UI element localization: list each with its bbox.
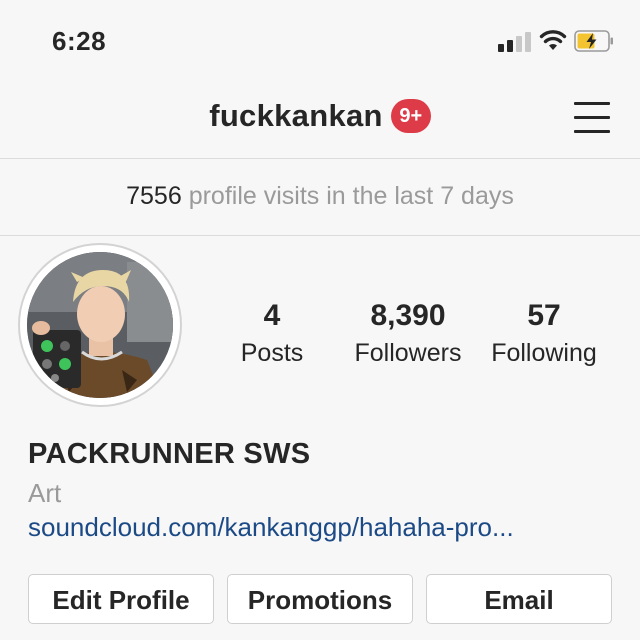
profile-visits-count: 7556 <box>126 182 182 210</box>
posts-label: Posts <box>240 339 304 367</box>
wifi-icon <box>538 26 568 52</box>
edit-profile-button[interactable]: Edit Profile <box>28 574 214 624</box>
profile-username[interactable]: fuckkankan <box>209 98 383 133</box>
stat-followers[interactable]: 8,390 Followers <box>344 298 472 370</box>
followers-count: 8,390 <box>370 299 446 332</box>
email-button[interactable]: Email <box>426 574 612 624</box>
profile-website-link[interactable]: soundcloud.com/kankanggp/hahaha-pro... <box>28 512 618 543</box>
username-row: fuckkankan 9+ <box>0 98 640 134</box>
following-label: Following <box>491 339 597 367</box>
stat-following[interactable]: 57 Following <box>480 298 608 370</box>
followers-label: Followers <box>354 339 462 367</box>
profile-visits-label: profile visits in the last 7 days <box>188 182 514 210</box>
status-time: 6:28 <box>52 26 107 56</box>
avatar[interactable] <box>27 252 173 398</box>
status-bar: 6:28 <box>0 0 640 80</box>
profile-category: Art <box>28 478 62 508</box>
battery-charging-icon <box>574 30 614 52</box>
notification-badge[interactable]: 9+ <box>390 99 431 133</box>
avatar-ring[interactable] <box>18 243 182 407</box>
following-count: 57 <box>527 299 561 332</box>
profile-header: fuckkankan 9+ <box>0 80 640 159</box>
profile-full-name: PACKRUNNER SWS <box>28 438 311 470</box>
hamburger-menu-icon[interactable] <box>574 100 610 136</box>
stat-posts[interactable]: 4 Posts <box>232 298 312 370</box>
posts-count: 4 <box>263 299 281 332</box>
promotions-button[interactable]: Promotions <box>227 574 413 624</box>
profile-visits-banner[interactable]: 7556 profile visits in the last 7 days <box>0 159 640 236</box>
cellular-signal-icon <box>498 30 534 52</box>
